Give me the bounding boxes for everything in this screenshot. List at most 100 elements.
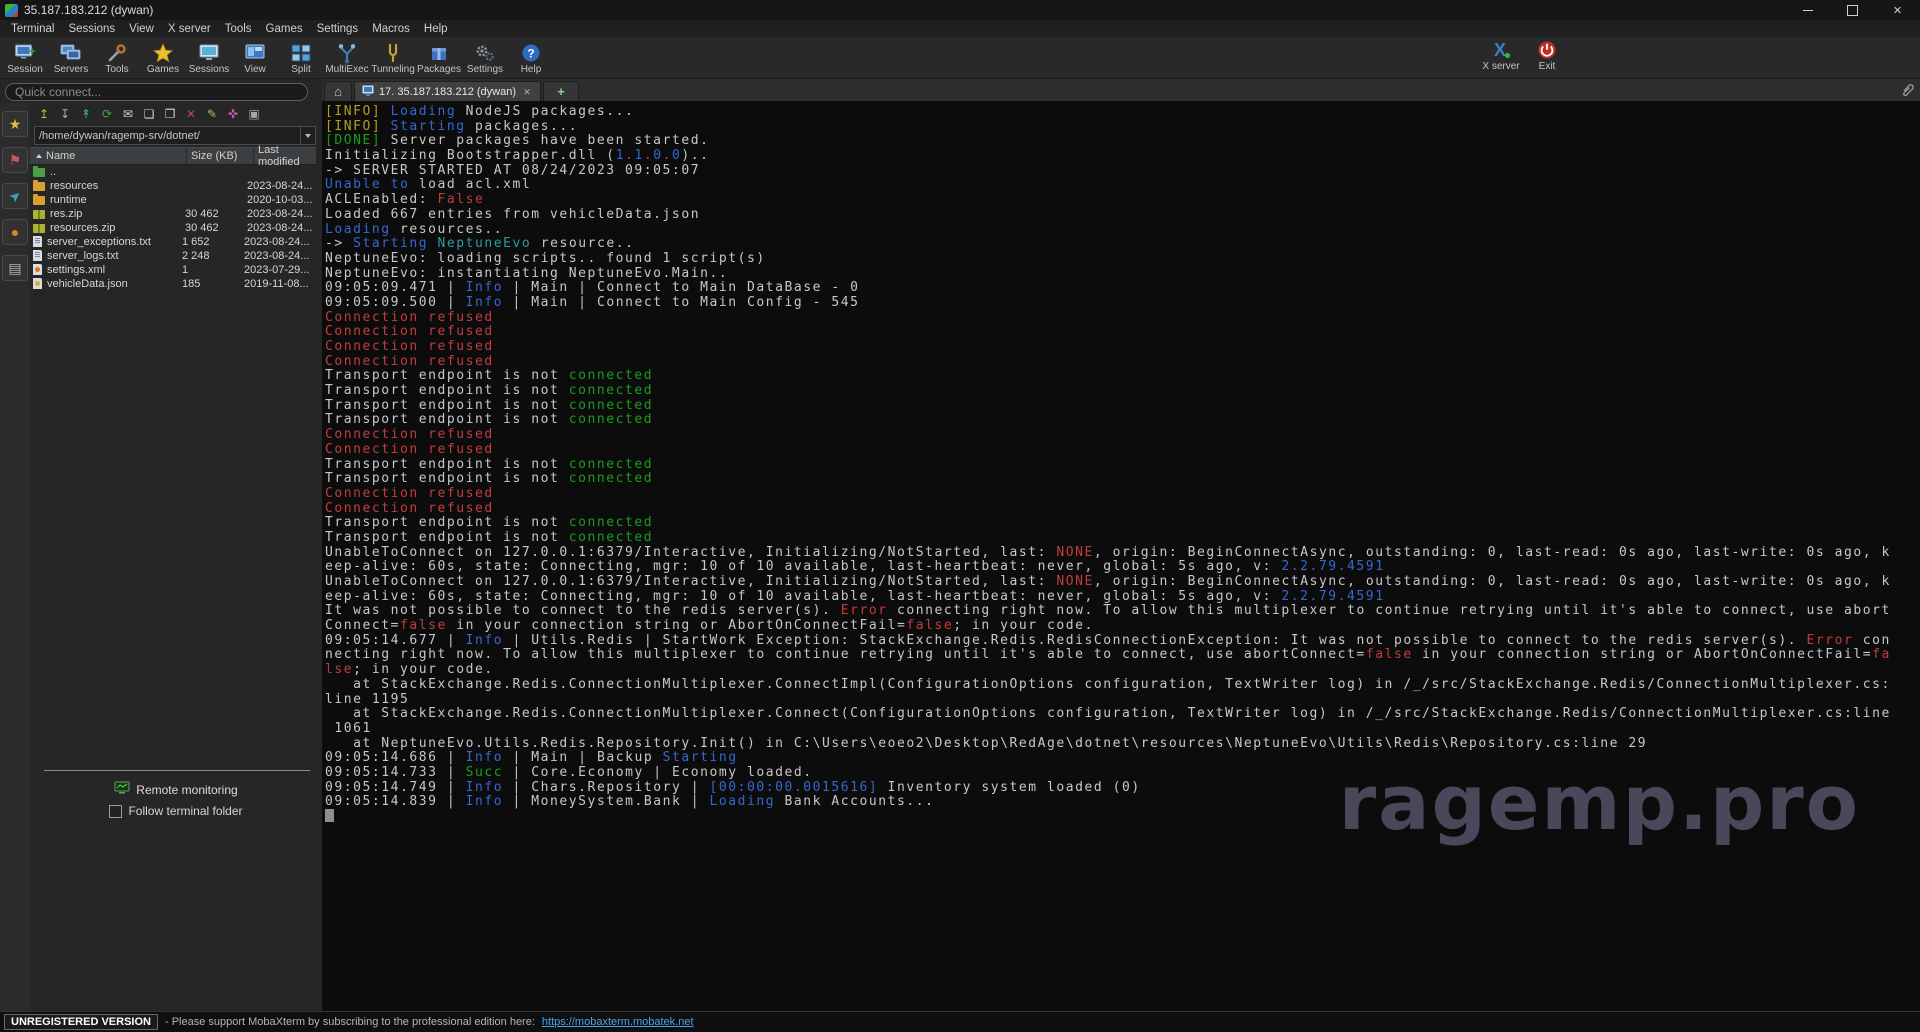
file-toolbar-new-file[interactable]: ❏ (139, 105, 159, 123)
menu-item-games[interactable]: Games (259, 23, 310, 35)
column-header-name[interactable]: Name (30, 148, 187, 164)
notes-doc-icon: ▤ (8, 261, 21, 275)
window-controls (1785, 0, 1920, 20)
path-dropdown-icon[interactable] (300, 127, 315, 144)
quick-connect-input[interactable] (5, 83, 308, 101)
maximize-button[interactable] (1830, 0, 1875, 20)
menu-item-x-server[interactable]: X server (161, 23, 218, 35)
sessions-star-icon: ★ (9, 117, 22, 131)
xserver-icon: X (1490, 39, 1512, 61)
toolbar-button-session[interactable]: +Session (2, 37, 48, 78)
file-toolbar-copy[interactable]: ❐ (160, 105, 180, 123)
terminal-line: at NeptuneEvo.Utils.Redis.Repository.Ini… (325, 737, 1920, 752)
file-row[interactable]: .. (30, 165, 316, 179)
sidebar-tab-games-ball[interactable]: ● (2, 219, 28, 245)
copy-icon: ❐ (165, 108, 176, 120)
terminal-line: 1061 (325, 722, 1920, 737)
toolbar-button-packages[interactable]: Packages (416, 37, 462, 78)
tab-close-icon[interactable] (521, 86, 533, 98)
toolbar-button-settings[interactable]: Settings (462, 37, 508, 78)
file-toolbar-mail[interactable]: ✉ (118, 105, 138, 123)
file-toolbar-parent-folder[interactable]: ↥ (34, 105, 54, 123)
sidebar-separator (44, 770, 310, 771)
terminal-line: Transport endpoint is not connected (325, 472, 1920, 487)
file-row[interactable]: server_logs.txt2 2482023-08-24... (30, 249, 316, 263)
paperclip-icon[interactable] (1900, 82, 1915, 103)
left-panel: ★ ⚑ ➤ ● ▤ ↥↧↟⟳✉❏ ❐ ✕✎✜ ▣ /home/dywan/ragemp-srv… (0, 79, 322, 1011)
toolbar-button-tools[interactable]: Tools (94, 37, 140, 78)
terminal-line: eep-alive: 60s, state: Connecting, mgr: … (325, 590, 1920, 605)
file-row[interactable]: settings.xml12023-07-29... (30, 263, 316, 277)
file-toolbar-delete[interactable]: ✕ (181, 105, 201, 123)
active-terminal-tab[interactable]: 17. 35.187.183.212 (dywan) (354, 81, 541, 101)
terminal-line: UnableToConnect on 127.0.0.1:6379/Intera… (325, 546, 1920, 561)
column-header-size-kb-[interactable]: Size (KB) (187, 148, 254, 164)
txt-icon (33, 250, 42, 261)
app-logo-icon (5, 4, 18, 17)
file-row[interactable]: resources.zip30 4622023-08-24... (30, 221, 316, 235)
path-bar[interactable]: /home/dywan/ragemp-srv/dotnet/ (34, 126, 316, 145)
minimize-button[interactable] (1785, 0, 1830, 20)
toolbar-button-games[interactable]: Games (140, 37, 186, 78)
toolbar-button-exit[interactable]: Exit (1524, 37, 1570, 72)
file-name: runtime (50, 194, 185, 206)
file-modified: 2020-10-03... (247, 194, 316, 206)
terminal-line: Connection refused (325, 311, 1920, 326)
file-toolbar-download[interactable]: ↧ (55, 105, 75, 123)
file-toolbar-terminal[interactable]: ▣ (244, 105, 264, 123)
follow-terminal-folder-checkbox[interactable] (109, 805, 122, 818)
column-header-last-modified[interactable]: Last modified (254, 148, 316, 164)
remote-monitoring-button[interactable]: Remote monitoring (30, 779, 322, 801)
toolbar-button-servers[interactable]: Servers (48, 37, 94, 78)
file-modified: 2023-08-24... (247, 208, 316, 220)
toolbar-button-x-server[interactable]: XX server (1478, 37, 1524, 72)
status-bar: UNREGISTERED VERSION - Please support Mo… (0, 1011, 1920, 1032)
terminal-line: Transport endpoint is not connected (325, 458, 1920, 473)
menu-item-help[interactable]: Help (417, 23, 455, 35)
terminal-line: 09:05:14.677 | Info | Utils.Redis | Star… (325, 634, 1920, 649)
file-row[interactable]: resources2023-08-24... (30, 179, 316, 193)
sidebar-tab-notes-doc[interactable]: ▤ (2, 255, 28, 281)
menu-item-settings[interactable]: Settings (310, 23, 366, 35)
terminal-icon: ▣ (248, 108, 259, 120)
terminal-output[interactable]: [INFO] Loading NodeJS packages...[INFO] … (322, 101, 1920, 1011)
title-bar: 35.187.183.212 (dywan) (0, 0, 1920, 20)
new-tab-button[interactable] (543, 81, 579, 101)
menu-item-tools[interactable]: Tools (218, 23, 259, 35)
file-toolbar-edit[interactable]: ✎ (202, 105, 222, 123)
home-tab[interactable] (324, 81, 352, 101)
terminal-line: Loading resources.. (325, 223, 1920, 238)
file-size: 2 248 (182, 250, 244, 262)
menu-item-sessions[interactable]: Sessions (61, 23, 122, 35)
terminal-line: [INFO] Loading NodeJS packages... (325, 105, 1920, 120)
menu-item-terminal[interactable]: Terminal (4, 23, 61, 35)
terminal-line: Loaded 667 entries from vehicleData.json (325, 208, 1920, 223)
file-toolbar-pin[interactable]: ✜ (223, 105, 243, 123)
toolbar-button-split[interactable]: Split (278, 37, 324, 78)
session-icon: + (14, 42, 36, 64)
terminal-line: Connection refused (325, 428, 1920, 443)
menu-item-view[interactable]: View (122, 23, 161, 35)
toolbar-button-view[interactable]: View (232, 37, 278, 78)
sidebar-tab-macros-plane[interactable]: ➤ (2, 183, 28, 209)
svg-text:X: X (1494, 40, 1506, 60)
file-row[interactable]: res.zip30 4622023-08-24... (30, 207, 316, 221)
status-link[interactable]: https://mobaxterm.mobatek.net (542, 1016, 694, 1028)
sidebar-tab-sessions-star[interactable]: ★ (2, 111, 28, 137)
file-row[interactable]: server_exceptions.txt1 6522023-08-24... (30, 235, 316, 249)
file-toolbar-refresh[interactable]: ⟳ (97, 105, 117, 123)
menu-item-macros[interactable]: Macros (365, 23, 417, 35)
terminal-line: Connect=false in your connection string … (325, 619, 1920, 634)
sidebar-tab-tools-flag[interactable]: ⚑ (2, 147, 28, 173)
file-row[interactable]: runtime 2020-10-03... (30, 193, 316, 207)
terminal-line: [DONE] Server packages have been started… (325, 134, 1920, 149)
toolbar-button-help[interactable]: ?Help (508, 37, 554, 78)
toolbar-button-sessions[interactable]: Sessions (186, 37, 232, 78)
toolbar-button-multiexec[interactable]: MultiExec (324, 37, 370, 78)
close-button[interactable] (1875, 0, 1920, 20)
toolbar-button-tunneling[interactable]: Tunneling (370, 37, 416, 78)
file-toolbar-upload[interactable]: ↟ (76, 105, 96, 123)
terminal-line: Connection refused (325, 355, 1920, 370)
toolbar-button-label: Split (291, 64, 310, 75)
file-row[interactable]: vehicleData.json1852019-11-08... (30, 277, 316, 291)
